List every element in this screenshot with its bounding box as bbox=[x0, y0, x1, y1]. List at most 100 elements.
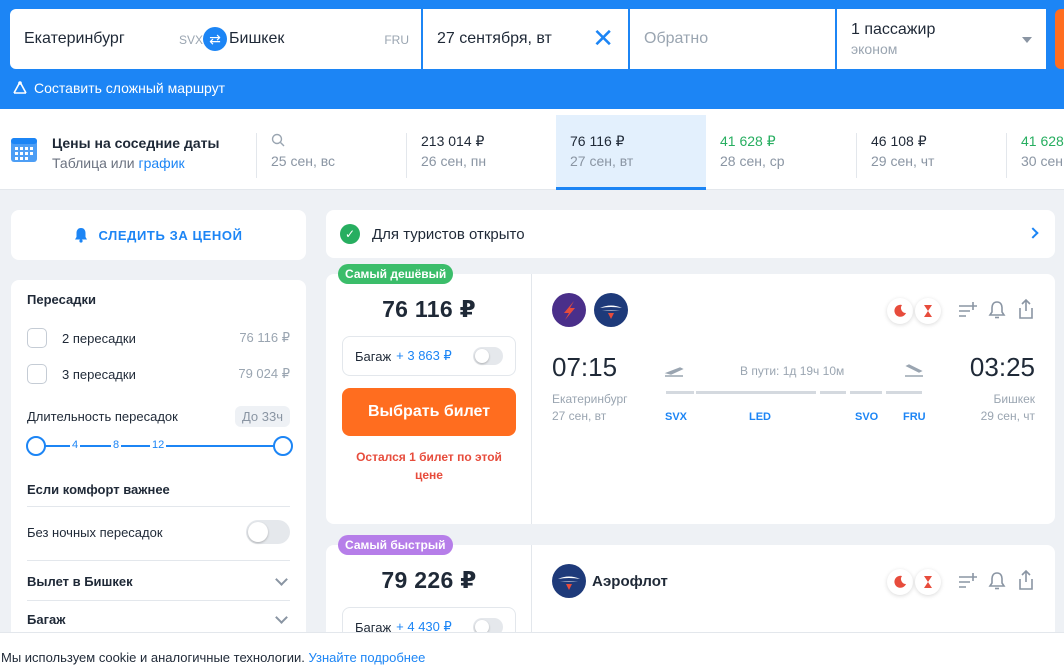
long-layover-icon bbox=[915, 569, 941, 595]
baggage-option[interactable]: Багаж + 3 863 ₽ bbox=[342, 336, 516, 376]
cookie-more-link[interactable]: Узнайте подробнее bbox=[308, 650, 425, 665]
tourist-text: Для туристов открыто bbox=[372, 225, 525, 243]
table-link[interactable]: Таблица bbox=[52, 155, 107, 171]
night-filter-label: Без ночных пересадок bbox=[27, 524, 163, 540]
flight-duration: В пути: 1д 19ч 10м bbox=[740, 364, 845, 378]
date-label: 26 сен, пн bbox=[421, 153, 487, 169]
search-header: Екатеринбург SVX ⇄ Бишкек FRU 27 сентябр… bbox=[0, 0, 1064, 109]
duration-row: Длительность пересадок До 33ч bbox=[27, 406, 290, 427]
route-segment bbox=[696, 391, 816, 394]
select-ticket-button[interactable]: Выбрать билет bbox=[342, 388, 516, 436]
checkbox[interactable] bbox=[27, 364, 47, 384]
route-segment bbox=[820, 391, 846, 394]
check-icon: ✓ bbox=[340, 224, 360, 244]
depart-date-field[interactable]: 27 сентября, вт ✕ bbox=[423, 9, 628, 69]
bell-icon bbox=[75, 228, 88, 243]
clear-date-icon[interactable]: ✕ bbox=[592, 23, 614, 53]
date-label: 29 сен, чт bbox=[871, 153, 935, 169]
depart-date: 27 сентября, вт bbox=[437, 30, 552, 47]
slider-handle-max[interactable] bbox=[273, 436, 293, 456]
last-ticket-warning: Остался 1 билет по этой цене bbox=[356, 450, 502, 482]
date-cell[interactable]: 46 108 ₽ 29 сен, чт bbox=[856, 133, 1006, 178]
airline-name: Аэрофлот bbox=[592, 573, 668, 590]
search-button[interactable] bbox=[1055, 9, 1064, 69]
night-flight-icon bbox=[887, 298, 913, 324]
route-segment bbox=[886, 391, 922, 394]
date-label: 25 сен, вс bbox=[271, 153, 336, 169]
calendar-icon bbox=[11, 138, 37, 162]
search-icon bbox=[271, 133, 406, 151]
watch-price-button[interactable]: СЛЕДИТЬ ЗА ЦЕНОЙ bbox=[11, 210, 306, 260]
passengers-field[interactable]: 1 пассажир эконом bbox=[837, 9, 1046, 69]
stops-title: Пересадки bbox=[27, 292, 96, 307]
date-cell[interactable]: 25 сен, вс bbox=[256, 133, 406, 178]
search-form: Екатеринбург SVX ⇄ Бишкек FRU 27 сентябр… bbox=[10, 9, 1046, 69]
night-toggle[interactable] bbox=[246, 520, 290, 544]
stop-code: SVX bbox=[665, 411, 688, 423]
share-icon[interactable] bbox=[1017, 569, 1035, 591]
share-icon[interactable] bbox=[1017, 298, 1035, 320]
option-label: 3 пересадки bbox=[62, 366, 136, 382]
cookie-text: Мы используем cookie и аналогичные техно… bbox=[1, 650, 305, 665]
date-price: 76 116 ₽ bbox=[570, 133, 625, 149]
date-label: 30 сен bbox=[1021, 153, 1063, 169]
baggage-label: Багаж bbox=[355, 348, 392, 364]
date-cell[interactable]: 213 014 ₽ 26 сен, пн bbox=[406, 133, 556, 178]
date-price: 41 628 bbox=[1021, 133, 1064, 149]
chevron-right-icon bbox=[1027, 227, 1039, 239]
date-label: 28 сен, ср bbox=[720, 153, 785, 169]
stop-code: FRU bbox=[903, 411, 926, 423]
origin-field[interactable]: Екатеринбург SVX bbox=[10, 9, 215, 69]
long-layover-icon bbox=[915, 298, 941, 324]
ticket-card[interactable]: Самый дешёвый 76 116 ₽ Багаж + 3 863 ₽ В… bbox=[326, 264, 1055, 524]
option-price: 79 024 ₽ bbox=[238, 366, 290, 381]
destination-field[interactable]: Бишкек FRU bbox=[215, 9, 421, 69]
comfort-title: Если комфорт важнее bbox=[27, 482, 170, 497]
airline-logo-aeroflot bbox=[552, 564, 586, 598]
departure-city: Екатеринбург bbox=[552, 392, 628, 406]
chevron-down-icon bbox=[275, 573, 288, 586]
slider-tick: 4 bbox=[70, 439, 81, 451]
baggage-toggle[interactable] bbox=[473, 347, 503, 365]
add-to-list-icon[interactable] bbox=[958, 300, 978, 320]
nearby-dates-strip: Цены на соседние даты Таблица или график… bbox=[0, 109, 1064, 190]
date-cell[interactable]: 41 628 ₽ 28 сен, ср bbox=[706, 133, 856, 178]
filters-panel: Пересадки 2 пересадки 76 116 ₽ 3 пересад… bbox=[11, 280, 306, 650]
baggage-price: + 3 863 ₽ bbox=[396, 348, 452, 363]
depart-section-label: Вылет в Бишкек bbox=[27, 574, 133, 589]
passenger-count: 1 пассажир bbox=[851, 21, 936, 38]
nearby-dates-info[interactable]: Цены на соседние даты Таблица или график bbox=[10, 135, 219, 171]
complex-route-link[interactable]: Составить сложный маршрут bbox=[12, 80, 225, 96]
date-cell[interactable]: 41 628 30 сен bbox=[1006, 133, 1064, 178]
bell-icon[interactable] bbox=[988, 300, 1006, 320]
slider-tick: 12 bbox=[150, 439, 167, 451]
checkbox[interactable] bbox=[27, 328, 47, 348]
filter-option[interactable]: 2 пересадки 76 116 ₽ bbox=[27, 328, 290, 348]
duration-badge: До 33ч bbox=[234, 406, 290, 427]
route-segment bbox=[666, 391, 694, 394]
ticket-price: 79 226 ₽ bbox=[381, 567, 477, 593]
arrival-date: 29 сен, чт bbox=[980, 409, 1035, 423]
duration-slider[interactable]: 4 8 12 bbox=[26, 436, 293, 456]
arrival-city: Бишкек bbox=[993, 392, 1035, 406]
swap-icon[interactable]: ⇄ bbox=[203, 27, 227, 51]
night-flight-icon bbox=[887, 569, 913, 595]
cabin-class: эконом bbox=[851, 41, 898, 57]
nearby-dates-title: Цены на соседние даты bbox=[52, 135, 220, 151]
baggage-section[interactable]: Багаж bbox=[27, 611, 290, 627]
chart-link[interactable]: график bbox=[139, 155, 185, 171]
stop-code: SVO bbox=[855, 411, 879, 423]
ticket-price: 76 116 ₽ bbox=[382, 296, 476, 322]
depart-section[interactable]: Вылет в Бишкек bbox=[27, 573, 290, 589]
night-filter-row[interactable]: Без ночных пересадок bbox=[27, 520, 290, 544]
airline-logo-ural bbox=[552, 293, 586, 327]
tourist-banner[interactable]: ✓ Для туристов открыто bbox=[326, 210, 1055, 258]
bell-icon[interactable] bbox=[988, 571, 1006, 591]
return-date-field[interactable]: Обратно bbox=[630, 9, 835, 69]
duration-label: Длительность пересадок bbox=[27, 409, 178, 424]
route-segment bbox=[850, 391, 882, 394]
date-cell-selected[interactable]: 76 116 ₽ 27 сен, вт bbox=[556, 115, 706, 190]
add-to-list-icon[interactable] bbox=[958, 571, 978, 591]
slider-handle-min[interactable] bbox=[26, 436, 46, 456]
filter-option[interactable]: 3 пересадки 79 024 ₽ bbox=[27, 364, 290, 384]
